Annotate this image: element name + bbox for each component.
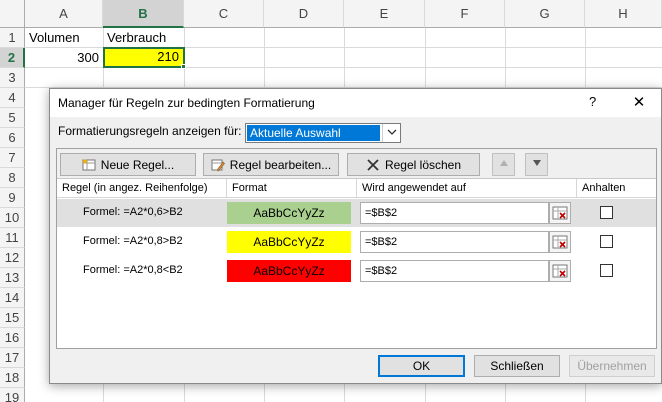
rules-toolbar: Neue Regel... Regel bearbeiten... Regel … xyxy=(57,149,656,179)
row-header-17[interactable]: 17 xyxy=(0,348,25,368)
conditional-formatting-rules-dialog: Manager für Regeln zur bedingten Formati… xyxy=(49,88,662,384)
column-header-a[interactable]: A xyxy=(25,0,103,28)
new-rule-label: Neue Regel... xyxy=(100,157,175,172)
stop-if-true-checkbox[interactable] xyxy=(600,235,613,248)
row-header-4[interactable]: 4 xyxy=(0,88,25,108)
row-header-12[interactable]: 12 xyxy=(0,248,25,268)
row-header-7[interactable]: 7 xyxy=(0,148,25,168)
close-icon[interactable]: ✕ xyxy=(628,92,650,114)
format-preview: AaBbCcYyZz xyxy=(227,202,351,224)
applies-to-input[interactable]: =$B$2 xyxy=(360,202,549,224)
rule-row[interactable]: Formel: =A2*0,8>B2 AaBbCcYyZz =$B$2 xyxy=(57,228,656,256)
edit-rule-icon xyxy=(211,158,225,172)
row-header-10[interactable]: 10 xyxy=(0,208,25,228)
format-preview: AaBbCcYyZz xyxy=(227,260,351,282)
fill-handle[interactable] xyxy=(181,64,186,69)
cell-a2[interactable]: 300 xyxy=(25,48,103,68)
rules-table-header: Regel (in angez. Reihenfolge) Format Wir… xyxy=(57,179,656,198)
row-header-5[interactable]: 5 xyxy=(0,108,25,128)
new-rule-icon xyxy=(82,158,96,172)
column-header-f[interactable]: F xyxy=(425,0,505,28)
header-format: Format xyxy=(227,179,357,198)
column-header-d[interactable]: D xyxy=(264,0,344,28)
cell-a1[interactable]: Volumen xyxy=(25,28,103,48)
header-applies-to: Wird angewendet auf xyxy=(357,179,577,198)
header-stop-if-true: Anhalten xyxy=(582,182,626,194)
delete-rule-label: Regel löschen xyxy=(384,157,462,172)
rule-formula: Formel: =A2*0,8>B2 xyxy=(83,235,183,247)
header-rule: Regel (in angez. Reihenfolge) xyxy=(57,179,227,198)
row-header-2[interactable]: 2 xyxy=(0,48,25,68)
stop-if-true-checkbox[interactable] xyxy=(600,206,613,219)
range-picker-icon[interactable] xyxy=(549,260,571,282)
chevron-down-icon[interactable] xyxy=(382,124,400,142)
applies-to-input[interactable]: =$B$2 xyxy=(360,231,549,253)
column-header-g[interactable]: G xyxy=(505,0,585,28)
show-rules-for-label: Formatierungsregeln anzeigen für: xyxy=(58,124,242,138)
ok-button[interactable]: OK xyxy=(378,355,465,377)
close-button[interactable]: Schließen xyxy=(474,355,560,377)
rule-row[interactable]: Formel: =A2*0,8<B2 AaBbCcYyZz =$B$2 xyxy=(57,257,656,285)
range-picker-icon[interactable] xyxy=(549,202,571,224)
help-button[interactable]: ? xyxy=(589,94,596,109)
row-header-15[interactable]: 15 xyxy=(0,308,25,328)
rule-row[interactable]: Formel: =A2*0,6>B2 AaBbCcYyZz =$B$2 xyxy=(57,199,656,227)
stop-if-true-checkbox[interactable] xyxy=(600,264,613,277)
column-header-c[interactable]: C xyxy=(184,0,264,28)
column-header-h[interactable]: H xyxy=(585,0,662,28)
row-header-3[interactable]: 3 xyxy=(0,68,25,88)
format-preview: AaBbCcYyZz xyxy=(227,231,351,253)
rule-formula: Formel: =A2*0,6>B2 xyxy=(83,206,183,218)
row-header-9[interactable]: 9 xyxy=(0,188,25,208)
row-header-1[interactable]: 1 xyxy=(0,28,25,48)
rule-formula: Formel: =A2*0,8<B2 xyxy=(83,264,183,276)
rules-pane: Neue Regel... Regel bearbeiten... Regel … xyxy=(56,148,657,349)
select-all-corner[interactable] xyxy=(0,0,25,28)
column-header-b[interactable]: B xyxy=(103,0,184,28)
row-header-13[interactable]: 13 xyxy=(0,268,25,288)
edit-rule-button[interactable]: Regel bearbeiten... xyxy=(203,153,339,176)
row-header-19[interactable]: 19 xyxy=(0,388,25,402)
triangle-down-icon[interactable] xyxy=(525,153,548,176)
dialog-titlebar[interactable]: Manager für Regeln zur bedingten Formati… xyxy=(50,89,661,117)
edit-rule-label: Regel bearbeiten... xyxy=(229,157,332,172)
cell-b2[interactable]: 210 xyxy=(103,47,185,68)
row-header-14[interactable]: 14 xyxy=(0,288,25,308)
show-rules-for-value: Aktuelle Auswahl xyxy=(247,125,380,141)
cell-b1[interactable]: Verbrauch xyxy=(103,28,184,48)
range-picker-icon[interactable] xyxy=(549,231,571,253)
show-rules-for-dropdown[interactable]: Aktuelle Auswahl xyxy=(245,123,401,143)
new-rule-button[interactable]: Neue Regel... xyxy=(60,153,196,176)
delete-icon xyxy=(366,158,380,172)
column-header-e[interactable]: E xyxy=(344,0,425,28)
row-header-16[interactable]: 16 xyxy=(0,328,25,348)
row-header-8[interactable]: 8 xyxy=(0,168,25,188)
row-header-11[interactable]: 11 xyxy=(0,228,25,248)
apply-button[interactable]: Übernehmen xyxy=(569,355,655,377)
dialog-title: Manager für Regeln zur bedingten Formati… xyxy=(58,96,315,110)
applies-to-input[interactable]: =$B$2 xyxy=(360,260,549,282)
row-header-18[interactable]: 18 xyxy=(0,368,25,388)
triangle-up-icon[interactable] xyxy=(492,153,515,176)
delete-rule-button[interactable]: Regel löschen xyxy=(347,153,480,176)
row-header-6[interactable]: 6 xyxy=(0,128,25,148)
